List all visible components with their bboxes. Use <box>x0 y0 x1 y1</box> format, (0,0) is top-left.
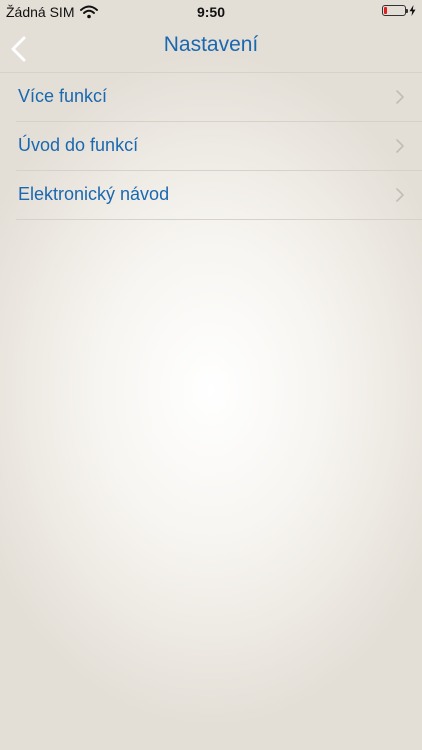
menu-item-label: Elektronický návod <box>18 184 170 204</box>
chevron-right-icon <box>396 90 404 104</box>
navigation-bar: Nastavení <box>0 24 422 73</box>
menu-item-label: Úvod do funkcí <box>18 135 139 155</box>
menu-item-label: Více funkcí <box>18 86 108 106</box>
menu-item-electronic-manual[interactable]: Elektronický návod <box>16 171 422 220</box>
charging-bolt-icon <box>409 5 416 16</box>
battery-level-fill <box>384 7 388 14</box>
chevron-right-icon <box>396 188 404 202</box>
status-bar: Žádná SIM 9:50 <box>0 0 422 24</box>
chevron-right-icon <box>396 139 404 153</box>
status-time: 9:50 <box>196 4 226 20</box>
settings-menu-list: Více funkcí Úvod do funkcí Elektronický … <box>0 73 422 220</box>
battery-indicator <box>382 5 416 16</box>
battery-icon <box>382 5 408 16</box>
menu-item-more-features[interactable]: Více funkcí <box>16 73 422 122</box>
menu-item-feature-intro[interactable]: Úvod do funkcí <box>16 122 422 171</box>
page-title: Nastavení <box>163 33 259 56</box>
